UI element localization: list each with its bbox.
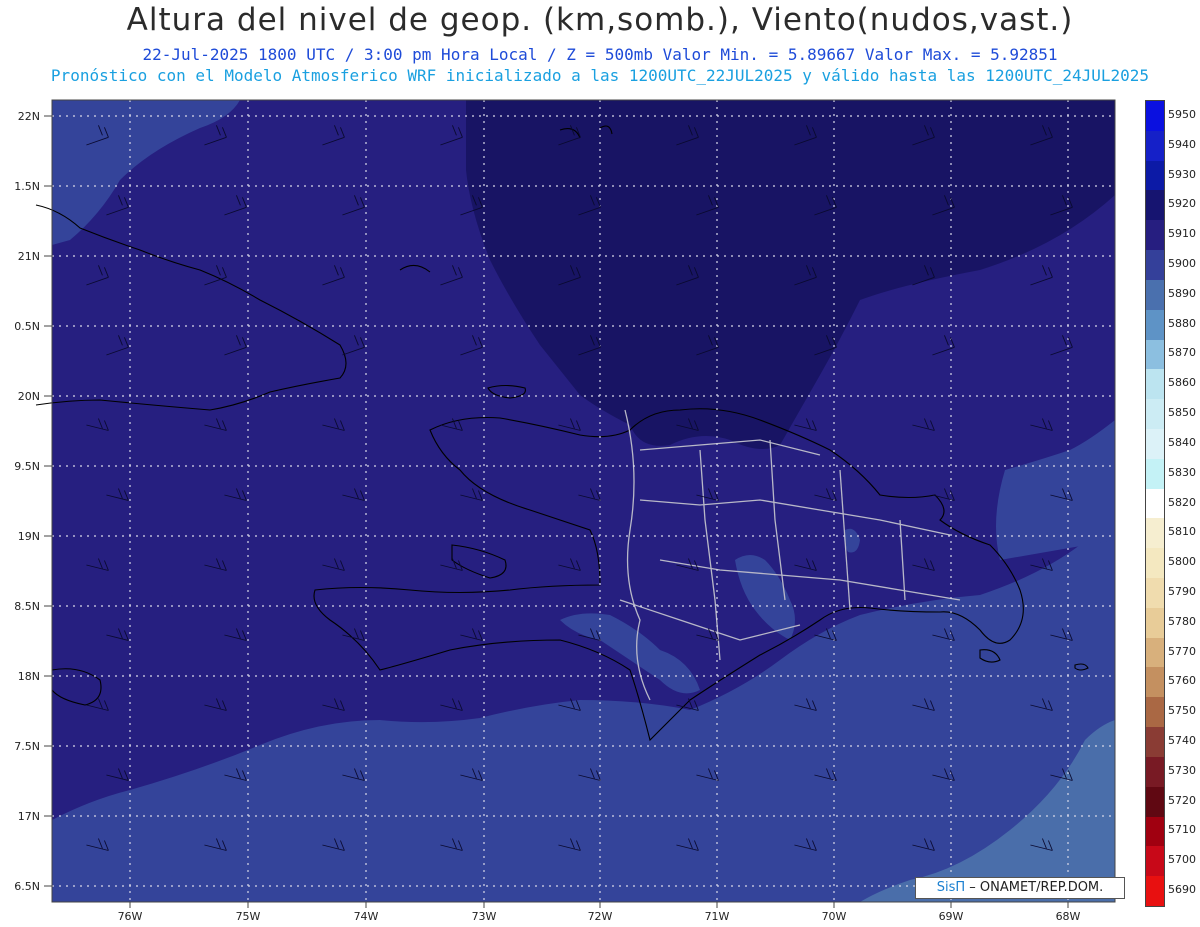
colorbar-label: 5930 <box>1168 167 1196 181</box>
lat-label: 18N <box>18 670 40 683</box>
colorbar-swatch <box>1146 846 1164 877</box>
colorbar-swatch <box>1146 220 1164 251</box>
colorbar-label: 5780 <box>1168 614 1196 628</box>
lat-label: 21N <box>18 250 40 263</box>
colorbar-label: 5830 <box>1168 465 1196 479</box>
lon-label: 74W <box>354 910 379 923</box>
colorbar-swatch <box>1146 428 1164 459</box>
colorbar-label: 5880 <box>1168 316 1196 330</box>
lon-label: 76W <box>118 910 143 923</box>
colorbar-swatch <box>1146 548 1164 578</box>
lat-label: 1.5N <box>14 180 40 193</box>
colorbar-swatch <box>1146 309 1164 340</box>
lon-label: 73W <box>472 910 497 923</box>
colorbar-label: 5790 <box>1168 584 1196 598</box>
lat-label: 22N <box>18 110 40 123</box>
colorbar <box>1145 100 1165 907</box>
geopotential-map: 22N 1.5N 21N 0.5N 20N 9.5N 19N 8.5N 18N … <box>14 99 1116 923</box>
colorbar-swatch <box>1146 727 1164 757</box>
colorbar-label: 5810 <box>1168 525 1196 539</box>
lat-label: 19N <box>18 530 40 543</box>
lat-label: 9.5N <box>14 460 40 473</box>
colorbar-label: 5910 <box>1168 227 1196 241</box>
colorbar-label: 5700 <box>1168 853 1196 867</box>
colorbar-label: 5950 <box>1168 107 1196 121</box>
colorbar-label: 5690 <box>1168 883 1196 897</box>
lat-label: 20N <box>18 390 40 403</box>
colorbar-swatch <box>1146 756 1164 787</box>
credit-box: SisΠ – ONAMET/REP.DOM. <box>915 877 1125 899</box>
colorbar-swatch <box>1146 339 1164 370</box>
colorbar-label: 5770 <box>1168 644 1196 658</box>
colorbar-swatch <box>1146 816 1164 847</box>
colorbar-swatch <box>1146 488 1164 519</box>
lon-label: 68W <box>1056 910 1081 923</box>
colorbar-swatch <box>1146 101 1164 131</box>
colorbar-label: 5760 <box>1168 674 1196 688</box>
credit-text: – ONAMET/REP.DOM. <box>969 880 1104 895</box>
colorbar-swatch <box>1146 250 1164 280</box>
colorbar-label: 5720 <box>1168 793 1196 807</box>
colorbar-swatch <box>1146 607 1164 638</box>
colorbar-swatch <box>1146 160 1164 191</box>
colorbar-swatch <box>1146 697 1164 728</box>
colorbar-label: 5890 <box>1168 286 1196 300</box>
colorbar-label: 5800 <box>1168 555 1196 569</box>
colorbar-swatch <box>1146 369 1164 400</box>
colorbar-swatch <box>1146 458 1164 489</box>
colorbar-label: 5860 <box>1168 376 1196 390</box>
colorbar-label: 5710 <box>1168 823 1196 837</box>
colorbar-swatch <box>1146 399 1164 429</box>
lon-label: 75W <box>236 910 261 923</box>
colorbar-swatch <box>1146 667 1164 698</box>
colorbar-label: 5820 <box>1168 495 1196 509</box>
lat-label: 17N <box>18 810 40 823</box>
lon-label: 69W <box>939 910 964 923</box>
colorbar-label: 5900 <box>1168 256 1196 270</box>
lat-label: 7.5N <box>14 740 40 753</box>
sispi-logo: SisΠ <box>936 880 966 895</box>
lat-label: 6.5N <box>14 880 40 893</box>
lat-label: 8.5N <box>14 600 40 613</box>
colorbar-swatch <box>1146 279 1164 310</box>
colorbar-label: 5840 <box>1168 435 1196 449</box>
colorbar-swatch <box>1146 518 1164 549</box>
lon-label: 71W <box>705 910 730 923</box>
colorbar-swatch <box>1146 786 1164 817</box>
colorbar-label: 5730 <box>1168 763 1196 777</box>
colorbar-label: 5920 <box>1168 197 1196 211</box>
colorbar-label: 5940 <box>1168 137 1196 151</box>
colorbar-swatch <box>1146 130 1164 161</box>
colorbar-swatch <box>1146 637 1164 668</box>
lat-label: 0.5N <box>14 320 40 333</box>
colorbar-swatch <box>1146 190 1164 221</box>
colorbar-label: 5750 <box>1168 704 1196 718</box>
colorbar-label: 5870 <box>1168 346 1196 360</box>
colorbar-label: 5740 <box>1168 734 1196 748</box>
colorbar-swatch <box>1146 578 1164 608</box>
colorbar-swatch <box>1146 876 1164 906</box>
colorbar-label: 5850 <box>1168 406 1196 420</box>
lon-label: 70W <box>822 910 847 923</box>
lon-label: 72W <box>588 910 613 923</box>
